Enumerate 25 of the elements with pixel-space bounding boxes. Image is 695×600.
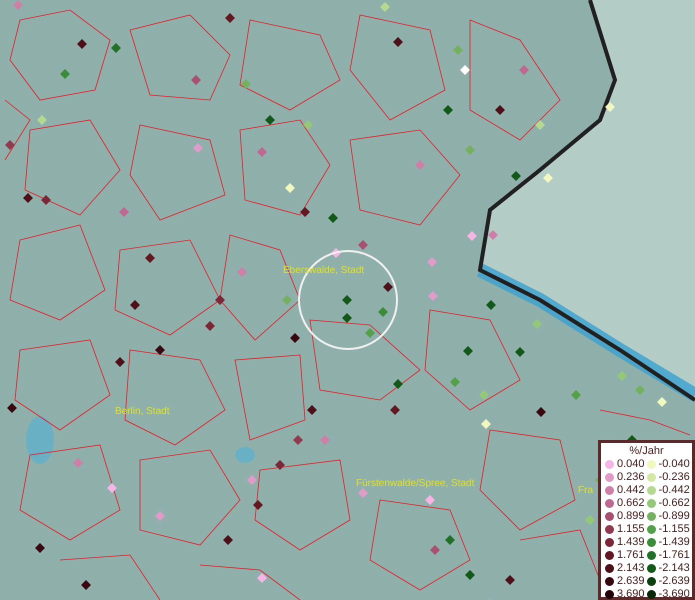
place-label: Fra xyxy=(578,486,593,496)
legend-value: 1.439 xyxy=(617,537,645,548)
legend-value: 0.040 xyxy=(617,459,645,470)
legend-value: -1.439 xyxy=(658,537,690,548)
legend-value: 0.899 xyxy=(617,511,645,522)
legend-value: -2.639 xyxy=(658,576,690,587)
legend-value: -2.143 xyxy=(658,563,690,574)
legend-value: -1.155 xyxy=(658,524,690,535)
legend-title: %/Jahr xyxy=(628,445,665,458)
legend-value: 0.442 xyxy=(617,485,645,496)
legend-value: -0.040 xyxy=(658,459,690,470)
legend-value: -0.662 xyxy=(658,498,690,509)
legend-value: 1.761 xyxy=(617,550,645,561)
legend-value: -0.236 xyxy=(658,472,690,483)
legend-value: -0.899 xyxy=(658,511,690,522)
legend-value: 2.143 xyxy=(617,563,645,574)
legend-value: 3.690 xyxy=(617,589,645,600)
legend-value: 2.639 xyxy=(617,576,645,587)
place-label: Fürstenwalde/Spree, Stadt xyxy=(356,479,474,489)
legend-value: 0.236 xyxy=(617,472,645,483)
legend-value: -3.690 xyxy=(658,589,690,600)
legend-value: -0.442 xyxy=(658,485,690,496)
legend-value: 0.662 xyxy=(617,498,645,509)
legend-value: -1.761 xyxy=(658,550,690,561)
legend-value: 1.155 xyxy=(617,524,645,535)
